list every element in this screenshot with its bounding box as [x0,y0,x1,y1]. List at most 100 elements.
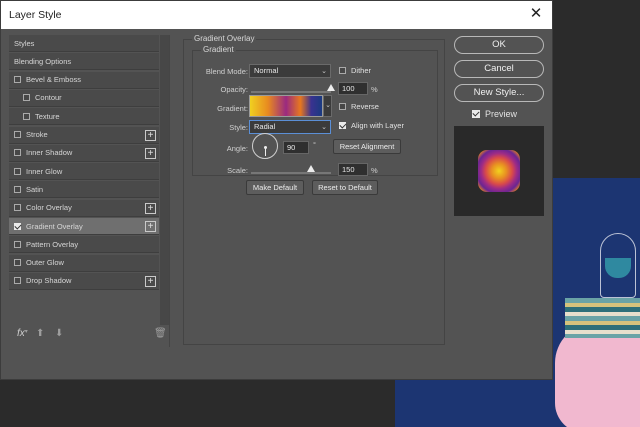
style-item-texture[interactable]: Texture [9,108,159,126]
cancel-button[interactable]: Cancel [454,60,544,78]
style-item-contour[interactable]: Contour [9,89,159,107]
angle-dial[interactable] [252,133,278,159]
style-item-checkbox[interactable] [14,76,21,84]
style-item-label: Color Overlay [26,203,72,213]
style-item-checkbox[interactable] [14,277,21,285]
add-effect-icon[interactable]: + [145,129,156,141]
gradient-picker-dropdown[interactable]: ⌄ [323,95,332,117]
ok-button[interactable]: OK [454,36,544,54]
style-item-pattern-overlay[interactable]: Pattern Overlay [9,236,159,254]
opacity-slider-thumb[interactable] [327,84,335,91]
style-item-checkbox[interactable] [14,204,21,212]
style-item-checkbox[interactable] [14,185,21,193]
move-down-icon[interactable]: ⬇ [55,328,63,339]
opacity-value: 100 [342,84,355,93]
style-item-checkbox[interactable] [14,222,21,230]
dither-checkbox[interactable]: Dither [339,66,371,75]
scale-slider-thumb[interactable] [307,165,315,172]
scale-input[interactable]: 150 [338,163,368,176]
scale-slider-track[interactable] [251,172,331,174]
preview-check-box[interactable] [472,110,480,118]
style-item-label: Drop Shadow [26,276,72,286]
styles-list-footer: fx ▾ ⬆ ⬇ 🗑 [9,328,169,344]
style-item-checkbox[interactable] [14,131,21,138]
make-default-button[interactable]: Make Default [246,180,304,195]
angle-label: Angle: [226,144,248,153]
angle-unit: ° [313,140,316,149]
dialog-title: Layer Style [9,9,62,21]
dialog-titlebar[interactable]: Layer Style ✕ [1,1,552,29]
style-item-styles[interactable]: Styles [9,35,159,52]
blend-mode-value: Normal [254,66,279,75]
align-label: Align with Layer [351,121,404,130]
style-item-satin[interactable]: Satin [9,181,159,199]
style-item-label: Styles [14,38,35,48]
gradient-overlay-title: Gradient Overlay [192,34,257,43]
reverse-label: Reverse [351,102,379,111]
angle-dial-center [264,146,267,149]
style-item-label: Stroke [26,130,48,139]
gradient-swatch[interactable] [249,95,323,117]
add-effect-icon[interactable]: + [145,275,156,287]
dither-label: Dither [351,66,372,75]
layer-style-dialog: Layer Style ✕ Styles Blending Options Beve… [0,0,553,380]
style-item-stroke[interactable]: Stroke + [9,126,159,144]
style-item-checkbox[interactable] [14,259,21,267]
trash-icon[interactable]: 🗑 [154,328,167,339]
style-item-label: Satin [26,184,44,194]
style-item-outer-glow[interactable]: Outer Glow [9,254,159,272]
style-select[interactable]: Radial ⌄ [249,120,331,134]
new-style-button[interactable]: New Style... [454,84,544,102]
style-item-label: Outer Glow [26,258,64,268]
style-item-checkbox[interactable] [23,112,30,120]
preview-checkbox[interactable]: Preview [472,109,517,119]
styles-list-panel: Styles Blending Options Bevel & Emboss Cont… [9,35,170,347]
dither-check-box[interactable] [339,67,346,74]
reset-to-default-button[interactable]: Reset to Default [312,180,378,195]
chevron-down-icon: ⌄ [325,102,331,109]
gradient-label: Gradient: [217,104,248,113]
add-effect-icon[interactable]: + [145,202,156,214]
scale-unit: % [371,166,378,175]
style-item-inner-shadow[interactable]: Inner Shadow + [9,144,159,162]
style-item-gradient-overlay[interactable]: Gradient Overlay + [9,218,159,235]
add-effect-icon[interactable]: + [145,147,156,159]
style-item-inner-glow[interactable]: Inner Glow [9,163,159,181]
style-item-checkbox[interactable] [14,149,21,157]
style-item-checkbox[interactable] [14,167,21,175]
style-item-label: Bevel & Emboss [26,75,82,85]
angle-input[interactable]: 90 [283,141,309,154]
style-item-blending-options[interactable]: Blending Options [9,53,159,71]
chevron-down-icon: ⌄ [321,68,327,75]
scale-label: Scale: [227,166,248,175]
move-up-icon[interactable]: ⬆ [36,328,44,339]
styles-list-scrollbar[interactable] [160,35,169,325]
preview-label: Preview [485,109,518,119]
reverse-check-box[interactable] [339,103,346,110]
style-item-label: Texture [35,111,60,121]
style-item-color-overlay[interactable]: Color Overlay + [9,199,159,217]
reset-alignment-button[interactable]: Reset Alignment [333,139,401,154]
gradient-subgroup-title: Gradient [201,45,236,54]
blend-mode-select[interactable]: Normal ⌄ [249,64,331,78]
canvas-glass-shape [600,233,636,298]
opacity-unit: % [371,85,378,94]
style-item-label: Pattern Overlay [26,239,79,249]
align-with-layer-checkbox[interactable]: Align with Layer [339,121,404,130]
fx-icon[interactable]: fx ▾ [17,328,28,339]
style-label: Style: [229,123,248,132]
close-icon[interactable]: ✕ [528,6,544,22]
style-item-checkbox[interactable] [14,240,21,248]
add-effect-icon[interactable]: + [145,221,156,232]
opacity-slider-track[interactable] [251,91,331,93]
opacity-input[interactable]: 100 [338,82,368,95]
style-item-drop-shadow[interactable]: Drop Shadow + [9,272,159,290]
style-item-checkbox[interactable] [23,94,30,102]
canvas-books-shape [565,298,640,338]
style-item-bevel-emboss[interactable]: Bevel & Emboss [9,71,159,89]
style-item-label: Gradient Overlay [26,221,83,231]
style-item-label: Inner Glow [26,166,63,176]
canvas-hand-shape [555,323,640,427]
reverse-checkbox[interactable]: Reverse [339,102,379,111]
align-check-box[interactable] [339,122,346,129]
